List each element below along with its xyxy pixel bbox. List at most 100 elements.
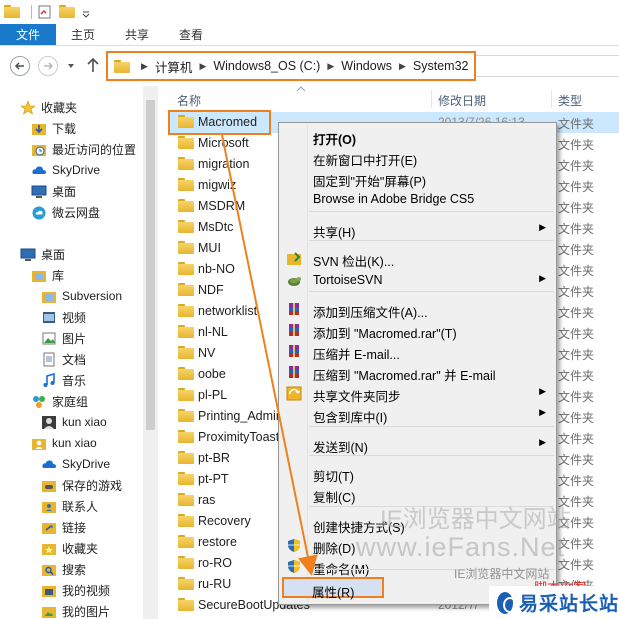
nav-item[interactable]: SkyDrive bbox=[31, 160, 100, 180]
nav-item-label: 图片 bbox=[62, 331, 87, 346]
breadcrumb-drive[interactable]: Windows8_OS (C:) bbox=[213, 59, 320, 73]
nav-item[interactable]: 链接 bbox=[41, 517, 86, 537]
arrow-up-icon bbox=[87, 57, 99, 72]
folder-icon bbox=[178, 304, 194, 318]
nav-item[interactable]: 微云网盘 bbox=[31, 202, 100, 222]
context-menu-item[interactable]: 打开(O) bbox=[281, 126, 554, 147]
links-icon bbox=[41, 520, 57, 534]
nav-item[interactable]: 收藏夹 bbox=[20, 97, 77, 117]
menu-separator bbox=[309, 455, 554, 456]
library-icon bbox=[31, 268, 47, 282]
nav-item[interactable]: 文档 bbox=[41, 349, 86, 369]
nav-item[interactable]: 下载 bbox=[31, 118, 76, 138]
column-header-date[interactable]: 修改日期 bbox=[438, 92, 486, 109]
nav-item[interactable]: 桌面 bbox=[31, 181, 76, 201]
column-divider[interactable] bbox=[551, 90, 552, 108]
context-menu-item[interactable]: 压缩并 E-mail... bbox=[281, 341, 554, 362]
nav-item-label: 保存的游戏 bbox=[62, 478, 123, 493]
context-menu-item[interactable]: 发送到(N) ▶ bbox=[281, 434, 554, 455]
column-header-type[interactable]: 类型 bbox=[558, 92, 582, 109]
context-menu-item[interactable]: TortoiseSVN ▶ bbox=[281, 270, 554, 291]
desktop-icon bbox=[20, 247, 36, 261]
tab-home[interactable]: 主页 bbox=[56, 24, 110, 45]
address-bar-extension[interactable] bbox=[476, 55, 619, 77]
recent-locations-dropdown[interactable] bbox=[66, 60, 76, 74]
nav-item[interactable]: 桌面 bbox=[20, 244, 65, 264]
file-name: NDF bbox=[198, 283, 224, 297]
up-button[interactable] bbox=[86, 57, 100, 76]
folder-icon bbox=[114, 59, 130, 73]
properties-icon[interactable] bbox=[37, 5, 53, 19]
nav-item[interactable]: Subversion bbox=[41, 286, 122, 306]
context-menu-item[interactable]: SVN 检出(K)... bbox=[281, 248, 554, 269]
nav-item-label: 链接 bbox=[62, 520, 87, 535]
nav-item[interactable]: 我的视频 bbox=[41, 580, 110, 600]
file-type: 文件夹 bbox=[558, 285, 595, 299]
context-menu-item[interactable]: 包含到库中(I) ▶ bbox=[281, 404, 554, 425]
new-folder-icon[interactable] bbox=[59, 5, 75, 19]
menu-item-label: 属性(R) bbox=[312, 586, 355, 600]
nav-item[interactable]: SkyDrive bbox=[41, 454, 110, 474]
back-button[interactable] bbox=[10, 56, 30, 76]
folder-icon bbox=[178, 598, 194, 612]
address-bar[interactable]: ▶ 计算机 ▶ Windows8_OS (C:) ▶ Windows ▶ Sys… bbox=[106, 51, 476, 81]
nav-item-label: 家庭组 bbox=[52, 394, 89, 409]
context-menu-item[interactable]: 添加到 "Macromed.rar"(T) bbox=[281, 320, 554, 341]
nav-item[interactable]: 搜索 bbox=[41, 559, 86, 579]
breadcrumb-computer[interactable]: 计算机 bbox=[155, 57, 193, 76]
file-type: 文件夹 bbox=[558, 327, 595, 341]
nav-item[interactable]: kun xiao bbox=[41, 412, 107, 432]
nav-item[interactable]: 音乐 bbox=[41, 370, 86, 390]
context-menu-item[interactable]: 共享文件夹同步 ▶ bbox=[281, 383, 554, 404]
tab-file[interactable]: 文件 bbox=[0, 24, 57, 45]
ribbon-tabs: 文件 主页 共享 查看 bbox=[0, 24, 619, 46]
file-name: NV bbox=[198, 346, 216, 360]
menu-item-label: 复制(C) bbox=[313, 491, 356, 505]
folder-icon bbox=[178, 178, 194, 192]
context-menu-item[interactable]: 压缩到 "Macromed.rar" 并 E-mail bbox=[281, 362, 554, 383]
context-menu-item[interactable]: 共享(H) ▶ bbox=[281, 219, 554, 240]
recent-places-icon bbox=[31, 142, 47, 156]
user-icon bbox=[41, 415, 57, 429]
winrar-icon bbox=[286, 344, 302, 359]
folder-icon bbox=[178, 346, 194, 360]
context-menu-item[interactable]: 剪切(T) bbox=[281, 463, 554, 484]
column-header-name[interactable]: 名称 bbox=[177, 92, 201, 109]
nav-item[interactable]: 图片 bbox=[41, 328, 86, 348]
nav-item-label: Subversion bbox=[62, 289, 123, 303]
watermark-url: www.ieFans.Net bbox=[356, 532, 566, 562]
nav-item[interactable]: 我的图片 bbox=[41, 601, 110, 619]
chevron-down-icon[interactable] bbox=[81, 5, 91, 19]
menu-item-label: 剪切(T) bbox=[313, 470, 354, 484]
library-icon bbox=[41, 289, 57, 303]
nav-item[interactable]: 收藏夹 bbox=[41, 538, 98, 558]
breadcrumb-system32[interactable]: System32 bbox=[413, 59, 469, 73]
title-bar bbox=[0, 0, 619, 24]
nav-item[interactable]: 视频 bbox=[41, 307, 86, 327]
menu-item-label: 共享(H) bbox=[313, 226, 356, 240]
context-menu-item[interactable]: 添加到压缩文件(A)... bbox=[281, 299, 554, 320]
context-menu-item[interactable]: Browse in Adobe Bridge CS5 bbox=[281, 189, 554, 210]
context-menu-item[interactable]: 固定到"开始"屏幕(P) bbox=[281, 168, 554, 189]
nav-item[interactable]: 保存的游戏 bbox=[41, 475, 122, 495]
tab-share[interactable]: 共享 bbox=[110, 24, 164, 45]
context-menu-item[interactable]: 在新窗口中打开(E) bbox=[281, 147, 554, 168]
breadcrumb-windows[interactable]: Windows bbox=[341, 59, 392, 73]
nav-item[interactable]: 家庭组 bbox=[31, 391, 88, 411]
nav-item[interactable]: 联系人 bbox=[41, 496, 98, 516]
menu-item-label: 删除(D) bbox=[313, 542, 356, 556]
favorites-folder-icon bbox=[41, 541, 57, 555]
menu-item-label: TortoiseSVN bbox=[313, 273, 383, 287]
nav-item[interactable]: 最近访问的位置 bbox=[31, 139, 136, 159]
nav-item[interactable]: kun xiao bbox=[31, 433, 97, 453]
tab-view[interactable]: 查看 bbox=[164, 24, 218, 45]
nav-scrollbar-thumb[interactable] bbox=[146, 100, 155, 430]
documents-library-icon bbox=[41, 352, 57, 367]
download-folder-icon bbox=[31, 121, 47, 135]
nav-item-label: 视频 bbox=[62, 310, 87, 325]
column-divider[interactable] bbox=[431, 90, 432, 108]
forward-button[interactable] bbox=[38, 56, 58, 76]
file-name: oobe bbox=[198, 367, 226, 381]
nav-item[interactable]: 库 bbox=[31, 265, 64, 285]
context-menu-item[interactable]: 属性(R) bbox=[282, 577, 384, 600]
